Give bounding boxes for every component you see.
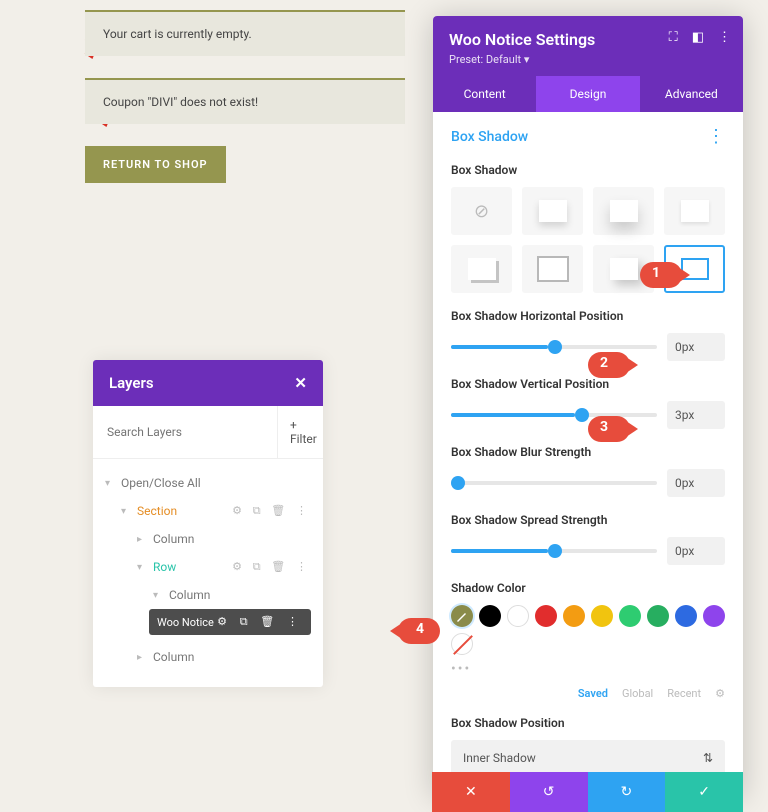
gear-icon[interactable]: ⚙ [715, 687, 725, 700]
swatch-darkgreen[interactable] [647, 605, 669, 627]
layer-actions[interactable]: ⚙ ⧉ 🗑 ⋮ [232, 504, 311, 518]
swatch-red[interactable] [535, 605, 557, 627]
tab-content[interactable]: Content [433, 76, 536, 112]
return-to-shop-button[interactable]: RETURN TO SHOP [85, 146, 226, 183]
expand-icon[interactable]: ⛶ [669, 30, 678, 45]
layer-row[interactable]: Row [153, 560, 232, 574]
undo-button[interactable]: ↺ [510, 772, 588, 812]
slider-spread[interactable] [451, 549, 657, 553]
shadow-preset-3[interactable] [664, 187, 725, 235]
shadow-preset-5[interactable] [522, 245, 583, 293]
layer-actions[interactable]: ⚙ ⧉ 🗑 ⋮ [232, 560, 311, 574]
swatch-green[interactable] [619, 605, 641, 627]
shadow-preset-2[interactable] [593, 187, 654, 235]
shadow-preset-none[interactable]: ⊘ [451, 187, 512, 235]
settings-footer: ✕ ↺ ↻ ✓ [432, 772, 743, 812]
label-box-shadow: Box Shadow [451, 163, 725, 177]
value-hpos[interactable]: 0px [667, 333, 725, 361]
layer-column[interactable]: Column [169, 588, 311, 602]
redo-button[interactable]: ↻ [588, 772, 666, 812]
label-blur: Box Shadow Blur Strength [451, 445, 725, 459]
open-close-all[interactable]: Open/Close All [121, 476, 311, 490]
tab-advanced[interactable]: Advanced [640, 76, 743, 112]
snap-icon[interactable]: ◧ [692, 30, 704, 45]
label-position: Box Shadow Position [451, 716, 725, 730]
swatch-black[interactable] [479, 605, 501, 627]
value-blur[interactable]: 0px [667, 469, 725, 497]
close-icon[interactable]: ✕ [294, 374, 307, 392]
slider-vpos[interactable] [451, 413, 657, 417]
swatch-picked[interactable] [451, 605, 473, 627]
swatch-tab-global[interactable]: Global [622, 687, 653, 700]
settings-modal: Woo Notice Settings Preset: Default ▾ ⛶ … [433, 16, 743, 796]
swatch-yellow[interactable] [591, 605, 613, 627]
callout-2: 2 [588, 352, 630, 378]
chevron-updown-icon: ⇅ [703, 751, 713, 765]
value-vpos[interactable]: 3px [667, 401, 725, 429]
more-swatches-icon[interactable]: ••• [451, 661, 725, 677]
callout-3: 3 [588, 416, 630, 442]
layer-section[interactable]: Section [137, 504, 232, 518]
eyedropper-icon [451, 605, 473, 627]
shadow-preset-1[interactable] [522, 187, 583, 235]
layer-woo-notice[interactable]: Woo Notice⚙ ⧉ 🗑 ⋮ [149, 609, 311, 635]
swatch-tab-saved[interactable]: Saved [578, 687, 608, 700]
notice-coupon: Coupon "DIVI" does not exist! [85, 78, 405, 124]
cancel-button[interactable]: ✕ [432, 772, 510, 812]
callout-4: 4 [398, 618, 440, 644]
label-hpos: Box Shadow Horizontal Position [451, 309, 725, 323]
label-vpos: Box Shadow Vertical Position [451, 377, 725, 391]
tab-design[interactable]: Design [536, 76, 639, 112]
layer-column[interactable]: Column [153, 650, 311, 664]
label-spread: Box Shadow Spread Strength [451, 513, 725, 527]
layers-panel: Layers ✕ + Filter ▾Open/Close All ▾Secti… [93, 360, 323, 687]
layers-title: Layers [109, 374, 154, 392]
section-menu-icon[interactable]: ⋮ [707, 126, 725, 147]
preset-dropdown[interactable]: Preset: Default ▾ [449, 53, 727, 66]
swatch-orange[interactable] [563, 605, 585, 627]
swatch-purple[interactable] [703, 605, 725, 627]
menu-icon[interactable]: ⋮ [718, 30, 731, 45]
value-spread[interactable]: 0px [667, 537, 725, 565]
swatch-white[interactable] [507, 605, 529, 627]
callout-1: 1 [640, 262, 682, 288]
page-preview: Your cart is currently empty. Coupon "DI… [85, 10, 405, 183]
slider-hpos[interactable] [451, 345, 657, 349]
notice-empty-cart: Your cart is currently empty. [85, 10, 405, 56]
dropdown-position[interactable]: Inner Shadow⇅ [451, 740, 725, 776]
swatch-transparent[interactable] [451, 633, 473, 655]
search-input[interactable] [93, 406, 277, 458]
swatch-tab-recent[interactable]: Recent [667, 687, 701, 700]
section-box-shadow[interactable]: Box Shadow [451, 129, 528, 145]
layer-column[interactable]: Column [153, 532, 311, 546]
slider-blur[interactable] [451, 481, 657, 485]
label-shadow-color: Shadow Color [451, 581, 725, 595]
color-swatches [451, 605, 725, 655]
shadow-preset-4[interactable] [451, 245, 512, 293]
swatch-blue[interactable] [675, 605, 697, 627]
filter-button[interactable]: + Filter [277, 406, 329, 458]
save-button[interactable]: ✓ [665, 772, 743, 812]
